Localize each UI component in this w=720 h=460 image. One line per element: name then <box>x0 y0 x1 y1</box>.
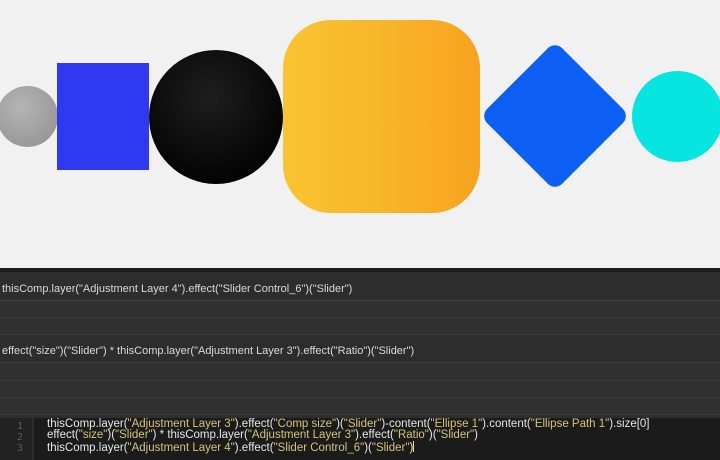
code-token: ) * thisComp.layer( <box>152 429 248 441</box>
text-caret <box>413 441 415 452</box>
property-row[interactable] <box>0 364 720 381</box>
yellow-rounded-square-shape[interactable] <box>283 20 480 213</box>
gutter-divider <box>32 418 34 460</box>
code-string-token: "Adjustment Layer 3" <box>247 429 356 441</box>
code-token: ).effect( <box>355 429 394 441</box>
code-string-token: "Ellipse Path 1" <box>530 418 610 430</box>
code-token: )( <box>364 442 372 454</box>
line-number-gutter: 1 2 3 <box>0 418 32 460</box>
expression-text[interactable]: effect("size")("Slider") * thisComp.laye… <box>2 345 414 357</box>
property-row[interactable] <box>0 398 720 415</box>
code-string-token: "Slider" <box>436 429 475 441</box>
code-text[interactable]: thisComp.layer("Adjustment Layer 4").eff… <box>47 442 413 454</box>
code-string-token: "Slider Control_6" <box>273 442 365 454</box>
cyan-circle-shape[interactable] <box>632 71 720 162</box>
property-row[interactable] <box>0 301 720 318</box>
code-token: effect( <box>47 429 79 441</box>
composition-viewer[interactable] <box>0 0 720 268</box>
code-token: ) <box>474 429 478 441</box>
code-line-2[interactable]: effect("size")("Slider") * thisComp.laye… <box>47 429 478 441</box>
code-token: ).content( <box>482 418 531 430</box>
code-string-token: "Adjustment Layer 4" <box>127 442 235 454</box>
code-token: )( <box>107 429 116 441</box>
code-string-token: "Slider" <box>371 442 410 454</box>
code-string-token: "Ratio" <box>393 429 429 441</box>
code-token: thisComp.layer( <box>47 442 128 454</box>
expression-editor[interactable]: 1 2 3 thisComp.layer( "Adjustment Layer 3… <box>0 418 720 460</box>
blue-rectangle-shape[interactable] <box>57 63 149 170</box>
code-text[interactable]: effect("size")("Slider") * thisComp.laye… <box>47 429 478 441</box>
code-token: ).effect( <box>234 442 274 454</box>
property-row[interactable] <box>0 381 720 398</box>
line-number: 3 <box>16 443 23 454</box>
black-circle-shape[interactable] <box>149 50 283 184</box>
code-token: )( <box>428 429 437 441</box>
expression-row-slider-control[interactable]: thisComp.layer("Adjustment Layer 4").eff… <box>0 278 720 301</box>
property-panel: thisComp.layer("Adjustment Layer 4").eff… <box>0 268 720 418</box>
line-number: 2 <box>16 432 23 443</box>
blue-diamond-shape[interactable] <box>480 41 630 191</box>
expression-text[interactable]: thisComp.layer("Adjustment Layer 4").eff… <box>2 283 352 295</box>
code-token: ).size[0] <box>609 418 650 430</box>
code-string-token: "Slider" <box>115 429 153 441</box>
code-string-token: "size" <box>78 429 108 441</box>
panel-divider <box>0 268 720 272</box>
expression-row-size[interactable]: effect("size")("Slider") * thisComp.laye… <box>0 340 720 363</box>
gray-circle-shape[interactable] <box>0 86 58 147</box>
code-line-3[interactable]: thisComp.layer("Adjustment Layer 4").eff… <box>47 441 415 454</box>
line-number: 1 <box>16 421 23 432</box>
property-row[interactable] <box>0 318 720 335</box>
